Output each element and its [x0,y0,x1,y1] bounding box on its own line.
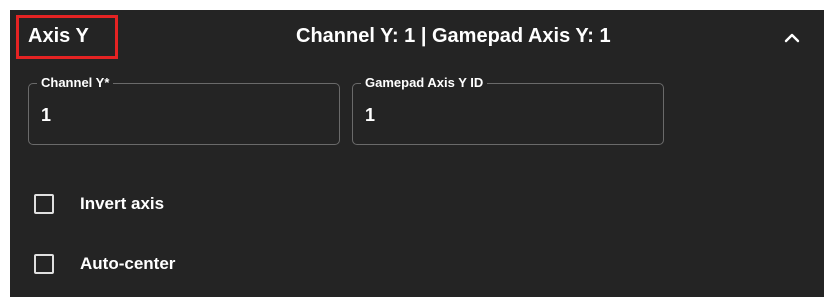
section-summary: Channel Y: 1 | Gamepad Axis Y: 1 [296,25,611,47]
section-header[interactable]: Axis Y Channel Y: 1 | Gamepad Axis Y: 1 [10,10,824,66]
channel-y-label: Channel Y* [37,75,114,91]
axis-y-panel: Axis Y Channel Y: 1 | Gamepad Axis Y: 1 … [10,10,824,297]
collapse-button[interactable] [774,20,810,56]
gamepad-axis-y-id-label: Gamepad Axis Y ID [361,75,488,91]
auto-center-option[interactable]: Auto-center [34,250,175,278]
chevron-up-icon [784,33,800,43]
invert-axis-checkbox[interactable] [34,194,54,214]
channel-y-field: Channel Y* [28,75,340,145]
gamepad-axis-y-id-input[interactable] [365,102,645,128]
section-title: Axis Y [28,25,89,47]
auto-center-label: Auto-center [80,254,176,273]
gamepad-axis-y-id-field: Gamepad Axis Y ID [352,75,664,145]
invert-axis-label: Invert axis [80,194,165,213]
invert-axis-option[interactable]: Invert axis [34,190,164,218]
channel-y-input[interactable] [41,102,321,128]
auto-center-checkbox[interactable] [34,254,54,274]
